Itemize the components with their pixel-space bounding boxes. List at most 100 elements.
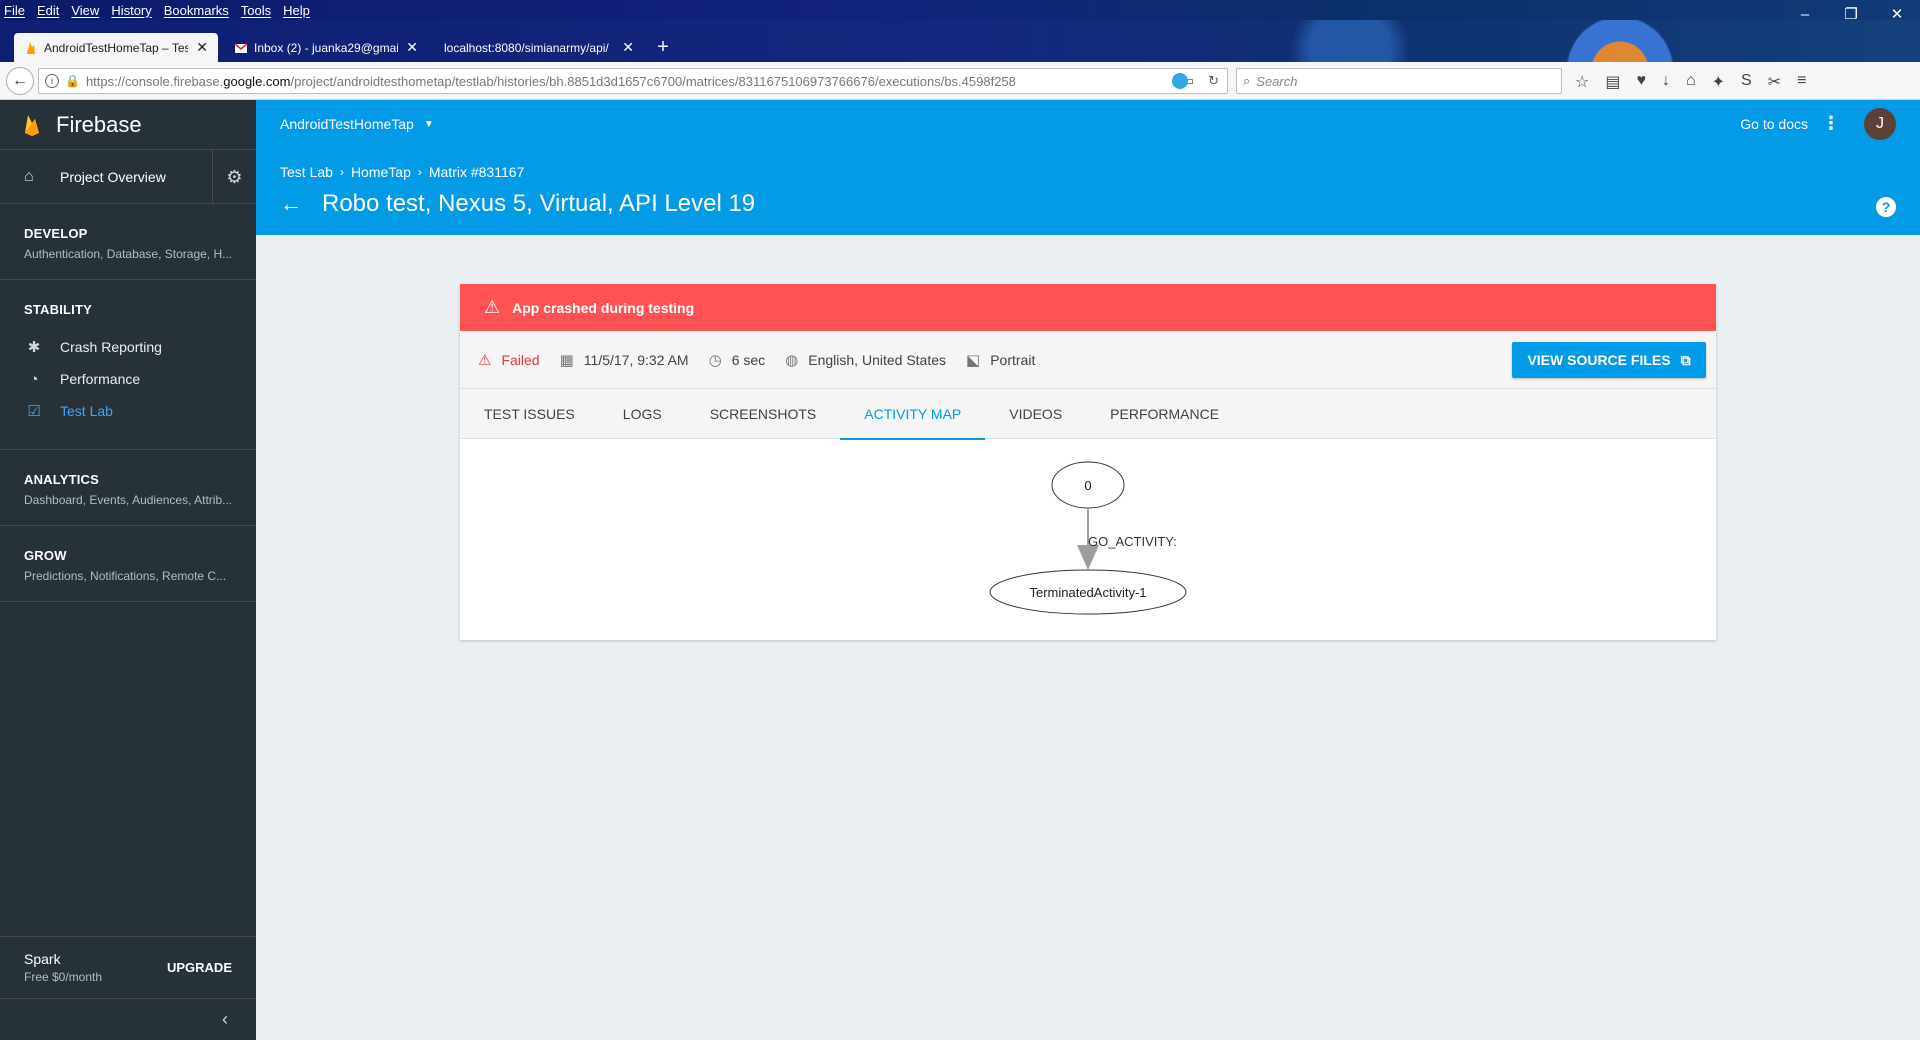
download-icon[interactable]: ↓ bbox=[1662, 72, 1670, 92]
crash-alert-banner: ⚠ App crashed during testing bbox=[460, 284, 1716, 331]
activity-map-svg: 0 GO_ACTIVITY: TerminatedActivity-1 bbox=[989, 461, 1187, 615]
sidebar-item-label: Crash Reporting bbox=[60, 339, 162, 355]
tools-icon[interactable]: ✂ bbox=[1768, 72, 1781, 92]
extension-icon[interactable]: ✦ bbox=[1712, 72, 1725, 92]
menu-history[interactable]: History bbox=[111, 3, 151, 18]
tab-title: localhost:8080/simianarmy/api/ bbox=[444, 40, 609, 55]
sync-icon[interactable]: S bbox=[1741, 72, 1752, 92]
info-icon[interactable]: i bbox=[45, 74, 59, 88]
start-node[interactable]: 0 bbox=[1051, 461, 1125, 509]
status-text: Failed bbox=[501, 351, 540, 368]
search-icon: ⌕ bbox=[1243, 73, 1251, 88]
sidebar-item-label: Performance bbox=[60, 371, 141, 387]
project-name: AndroidTestHomeTap bbox=[280, 116, 414, 132]
menu-view[interactable]: View bbox=[71, 3, 99, 18]
reload-icon[interactable]: ↻ bbox=[1208, 73, 1219, 89]
project-overview-label: Project Overview bbox=[60, 168, 166, 185]
globe-icon: ◍ bbox=[785, 351, 799, 369]
bookmark-star-icon[interactable]: ☆ bbox=[1575, 72, 1589, 92]
locale-text: English, United States bbox=[808, 351, 947, 368]
date-detail: ▦ 11/5/17, 9:32 AM bbox=[560, 351, 689, 369]
execution-card: ⚠ App crashed during testing ⚠ Failed ▦ … bbox=[460, 284, 1716, 640]
library-icon[interactable]: ▤ bbox=[1605, 72, 1620, 92]
section-title: DEVELOP bbox=[24, 226, 88, 241]
minimize-icon[interactable]: – bbox=[1782, 0, 1828, 28]
sidebar-item-crash-reporting[interactable]: ✱ Crash Reporting bbox=[24, 331, 232, 363]
close-icon[interactable]: ✕ bbox=[622, 39, 634, 56]
tab-screenshots[interactable]: SCREENSHOTS bbox=[686, 389, 841, 439]
plan-panel: Spark Free $0/month UPGRADE bbox=[0, 936, 256, 998]
tab-performance[interactable]: PERFORMANCE bbox=[1086, 389, 1243, 439]
search-input[interactable]: ⌕ Search bbox=[1236, 68, 1562, 94]
more-vert-icon[interactable]: ⋮ bbox=[1822, 113, 1840, 134]
menu-bookmarks[interactable]: Bookmarks bbox=[164, 3, 229, 18]
gmail-icon bbox=[234, 42, 248, 53]
close-icon[interactable]: ✕ bbox=[406, 39, 418, 56]
sidebar-section-develop[interactable]: DEVELOP Authentication, Database, Storag… bbox=[0, 204, 256, 280]
page-title: Robo test, Nexus 5, Virtual, API Level 1… bbox=[322, 190, 756, 217]
sidebar-item-performance[interactable]: ◔ Performance bbox=[24, 363, 232, 395]
home-icon: ⌂ bbox=[24, 167, 34, 185]
activity-map-graph: 0 GO_ACTIVITY: TerminatedActivity-1 bbox=[460, 439, 1716, 639]
upgrade-button[interactable]: UPGRADE bbox=[167, 960, 232, 975]
breadcrumb-hometap[interactable]: HomeTap bbox=[351, 164, 411, 180]
tab-activity-map[interactable]: ACTIVITY MAP bbox=[840, 389, 986, 440]
project-selector[interactable]: AndroidTestHomeTap ▼ bbox=[280, 116, 434, 132]
console-header: AndroidTestHomeTap ▼ Go to docs ⋮ J Test… bbox=[256, 100, 1920, 235]
back-button[interactable]: ← bbox=[6, 67, 34, 95]
back-arrow-icon[interactable]: ← bbox=[280, 191, 302, 217]
sidebar-section-stability: STABILITY ✱ Crash Reporting ◔ Performanc… bbox=[0, 280, 256, 450]
project-overview-item[interactable]: ⌂ Project Overview ⚙ bbox=[0, 150, 256, 204]
menu-bar: File Edit View History Bookmarks Tools H… bbox=[0, 0, 1920, 20]
view-source-files-button[interactable]: VIEW SOURCE FILES ⧉ bbox=[1512, 342, 1706, 378]
warning-icon: ⚠ bbox=[484, 297, 501, 317]
menu-tools[interactable]: Tools bbox=[241, 3, 271, 18]
results-tabs: TEST ISSUES LOGS SCREENSHOTS ACTIVITY MA… bbox=[460, 389, 1716, 440]
tab-test-issues[interactable]: TEST ISSUES bbox=[460, 389, 599, 439]
help-icon[interactable]: ? bbox=[1876, 197, 1896, 217]
new-tab-button[interactable]: + bbox=[650, 33, 676, 62]
menu-file[interactable]: File bbox=[4, 3, 25, 18]
browser-tab-firebase[interactable]: AndroidTestHomeTap – Test ✕ bbox=[14, 33, 218, 62]
sidebar-section-analytics[interactable]: ANALYTICS Dashboard, Events, Audiences, … bbox=[0, 450, 256, 526]
breadcrumb-test-lab[interactable]: Test Lab bbox=[280, 164, 333, 180]
brand-name: Firebase bbox=[56, 111, 142, 137]
section-subtitle: Predictions, Notifications, Remote C... bbox=[24, 569, 227, 583]
collapse-sidebar-button[interactable]: ‹ bbox=[0, 998, 256, 1040]
restore-icon[interactable]: ❐ bbox=[1828, 0, 1874, 28]
sidebar-item-test-lab[interactable]: ☑ Test Lab bbox=[24, 395, 232, 427]
end-node[interactable]: TerminatedActivity-1 bbox=[989, 569, 1187, 615]
timer-icon: ◷ bbox=[708, 351, 722, 369]
tab-videos[interactable]: VIDEOS bbox=[985, 389, 1086, 439]
execution-details: ⚠ Failed ▦ 11/5/17, 9:32 AM ◷ 6 sec ◍ En… bbox=[460, 331, 1716, 389]
browser-tab-localhost[interactable]: localhost:8080/simianarmy/api/ ✕ bbox=[434, 33, 644, 62]
home-icon[interactable]: ⌂ bbox=[1686, 72, 1696, 92]
activity-edge: GO_ACTIVITY: bbox=[1077, 508, 1177, 570]
pocket-icon[interactable] bbox=[1172, 73, 1188, 89]
browser-tab-gmail[interactable]: Inbox (2) - juanka29@gmail. ✕ bbox=[224, 33, 428, 62]
menu-edit[interactable]: Edit bbox=[37, 3, 59, 18]
sidebar-item-label: Test Lab bbox=[60, 403, 113, 419]
date-text: 11/5/17, 9:32 AM bbox=[583, 351, 689, 368]
go-to-docs-link[interactable]: Go to docs bbox=[1740, 116, 1808, 132]
close-window-icon[interactable]: ✕ bbox=[1874, 0, 1920, 28]
chevron-left-icon: ‹ bbox=[222, 1009, 228, 1029]
duration-text: 6 sec bbox=[731, 351, 766, 368]
locale-detail: ◍ English, United States bbox=[785, 351, 946, 369]
dropdown-arrow-icon: ▼ bbox=[423, 118, 434, 130]
pocket-save-icon[interactable]: ♥ bbox=[1636, 72, 1646, 92]
section-title: ANALYTICS bbox=[24, 472, 99, 487]
toolbar-icons: ☆ ▤ ♥ ↓ ⌂ ✦ S ✂ ≡ bbox=[1575, 72, 1806, 92]
menu-help[interactable]: Help bbox=[283, 3, 310, 18]
hamburger-menu-icon[interactable]: ≡ bbox=[1797, 72, 1806, 92]
firebase-brand[interactable]: Firebase bbox=[0, 100, 256, 150]
breadcrumb-matrix[interactable]: Matrix #831167 bbox=[429, 164, 524, 180]
open-in-new-icon: ⧉ bbox=[1680, 351, 1691, 368]
end-node-label: TerminatedActivity-1 bbox=[1029, 585, 1146, 600]
sidebar-section-grow[interactable]: GROW Predictions, Notifications, Remote … bbox=[0, 526, 256, 602]
avatar[interactable]: J bbox=[1864, 108, 1896, 140]
close-icon[interactable]: ✕ bbox=[196, 39, 208, 56]
url-bar[interactable]: i 🔒 https://console.firebase.google.com/… bbox=[38, 68, 1228, 94]
tab-logs[interactable]: LOGS bbox=[599, 389, 686, 439]
gear-icon[interactable]: ⚙ bbox=[212, 150, 256, 204]
